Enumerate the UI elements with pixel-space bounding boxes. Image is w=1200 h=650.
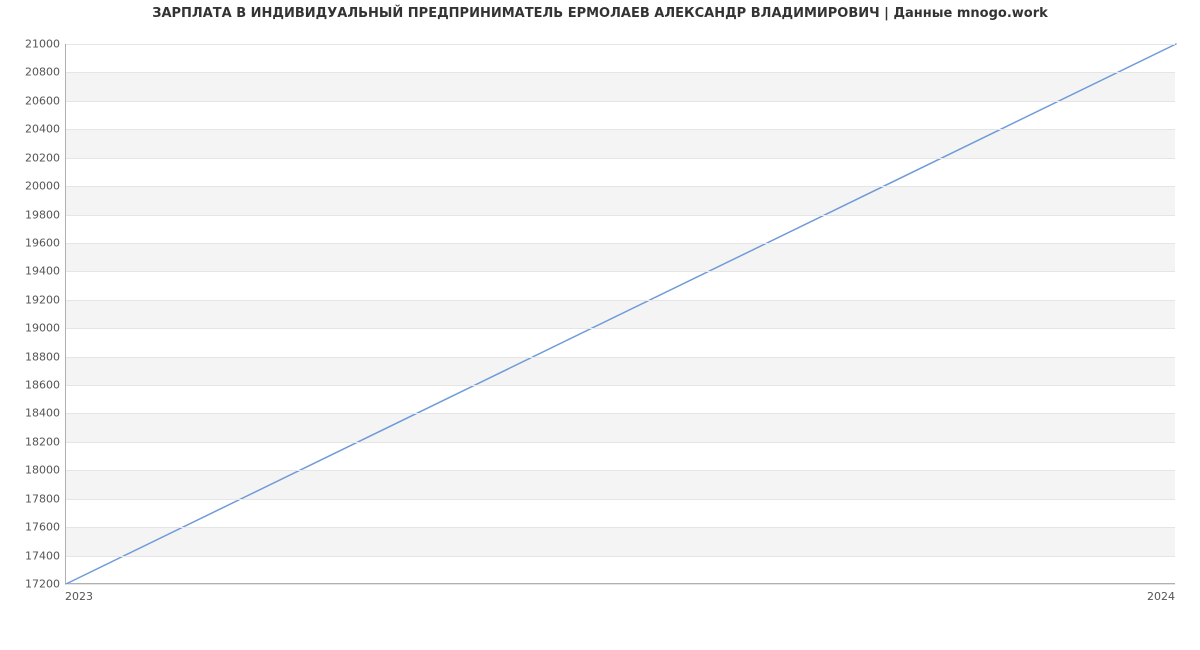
grid-line [66,442,1175,443]
grid-line [66,328,1175,329]
grid-line [66,186,1175,187]
grid-line [66,215,1175,216]
chart-title: ЗАРПЛАТА В ИНДИВИДУАЛЬНЫЙ ПРЕДПРИНИМАТЕЛ… [0,6,1200,21]
y-tick-label: 20200 [10,151,60,164]
grid-line [66,584,1175,585]
y-tick-label: 20000 [10,180,60,193]
x-tick-label: 2024 [1145,590,1175,603]
grid-line [66,499,1175,500]
y-tick-label: 17800 [10,492,60,505]
y-tick-label: 18000 [10,464,60,477]
grid-line [66,527,1175,528]
y-tick-label: 17200 [10,578,60,591]
grid-line [66,385,1175,386]
grid-line [66,72,1175,73]
y-tick-label: 21000 [10,38,60,51]
y-tick-label: 18800 [10,350,60,363]
grid-line [66,158,1175,159]
grid-line [66,271,1175,272]
grid-line [66,300,1175,301]
y-tick-label: 18600 [10,379,60,392]
series-line [66,44,1176,584]
line-series-svg [66,44,1175,583]
y-tick-label: 17400 [10,549,60,562]
y-tick-label: 19400 [10,265,60,278]
grid-line [66,243,1175,244]
x-tick-label: 2023 [65,590,93,603]
y-tick-label: 17600 [10,521,60,534]
y-tick-label: 19200 [10,293,60,306]
y-tick-label: 20600 [10,94,60,107]
grid-line [66,556,1175,557]
plot-area [65,44,1175,584]
grid-line [66,44,1175,45]
y-tick-label: 20400 [10,123,60,136]
grid-line [66,413,1175,414]
y-tick-label: 18400 [10,407,60,420]
grid-line [66,470,1175,471]
grid-line [66,101,1175,102]
y-tick-label: 18200 [10,435,60,448]
y-tick-label: 20800 [10,66,60,79]
grid-line [66,357,1175,358]
y-tick-label: 19600 [10,236,60,249]
y-tick-label: 19800 [10,208,60,221]
salary-line-chart: ЗАРПЛАТА В ИНДИВИДУАЛЬНЫЙ ПРЕДПРИНИМАТЕЛ… [0,0,1200,650]
grid-line [66,129,1175,130]
y-tick-label: 19000 [10,322,60,335]
